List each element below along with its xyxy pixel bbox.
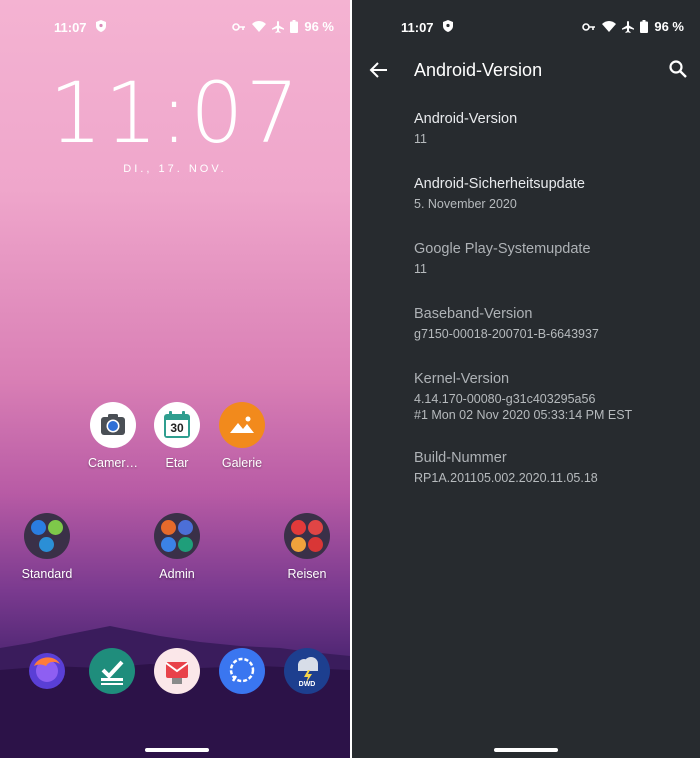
home-screen: 11:07 96 % 11:07 DI., 17. NOV. Camer… 30… [0, 0, 350, 758]
folder-label: Admin [159, 567, 195, 581]
folder-label: Standard [21, 567, 73, 581]
pref-summary-line2: #1 Mon 02 Nov 2020 05:33:14 PM EST [414, 408, 633, 422]
settings-gear-icon [178, 537, 193, 552]
status-bar: 11:07 96 % [0, 0, 350, 54]
pref-summary: 11 [414, 132, 427, 146]
messages-icon [48, 520, 63, 535]
battery-percent: 96 % [654, 19, 684, 34]
dwd-warnwetter-dock-icon[interactable]: DWD [284, 648, 330, 694]
vpn-key-icon [582, 22, 596, 31]
files-icon [161, 537, 176, 552]
vpn-key-icon [232, 22, 246, 31]
pref-title: Google Play-Systemupdate [414, 241, 591, 257]
contacts-icon [39, 537, 54, 552]
battery-icon [290, 20, 299, 33]
folder-reisen[interactable]: Reisen [272, 513, 342, 581]
airplane-icon [272, 20, 285, 33]
settings-screen: 11:07 96 % Android-Version Android-Versi… [352, 0, 700, 758]
lockscreen-date[interactable]: DI., 17. NOV. [0, 163, 350, 175]
pref-kernel-version[interactable]: Kernel-Version 4.14.170-00080-g31c403295… [414, 370, 694, 423]
search-icon[interactable] [668, 59, 688, 79]
status-right-group: 96 % [232, 19, 334, 34]
wifi-icon [252, 21, 267, 32]
calendar-icon: 30 [154, 402, 200, 448]
dwd-label: DWD [298, 681, 316, 688]
page-title: Android-Version [414, 60, 543, 80]
status-right-group: 96 % [582, 19, 684, 34]
pref-title: Android-Sicherheitsupdate [414, 176, 585, 192]
status-time: 11:07 [401, 20, 434, 35]
pref-summary: 5. November 2020 [414, 197, 517, 211]
lockscreen-clock[interactable]: 11:07 [0, 64, 350, 162]
phone-icon [31, 520, 46, 535]
gesture-nav-bar[interactable] [494, 748, 558, 752]
k9-mail-dock-icon[interactable] [154, 648, 200, 694]
folder-icon [24, 513, 70, 559]
tasks-dock-icon[interactable] [89, 648, 135, 694]
shield-icon [443, 20, 453, 32]
status-time: 11:07 [54, 20, 87, 35]
pref-security-update[interactable]: Android-Sicherheitsupdate 5. November 20… [414, 175, 694, 212]
calendar-day: 30 [170, 421, 184, 435]
folder-standard[interactable]: Standard [12, 513, 82, 581]
db-navigator-icon [291, 520, 306, 535]
battery-percent: 96 % [304, 19, 334, 34]
notes-icon [178, 520, 193, 535]
battery-icon [640, 20, 649, 33]
signal-dock-icon[interactable] [219, 648, 265, 694]
pref-summary: g7150-00018-200701-B-6643937 [414, 327, 599, 341]
wifi-icon [602, 21, 617, 32]
folder-label: Reisen [287, 567, 327, 581]
app-galerie[interactable]: Galerie [207, 402, 277, 470]
pref-title: Baseband-Version [414, 306, 533, 322]
pref-summary: 11 [414, 262, 427, 276]
pref-build-number[interactable]: Build-Nummer RP1A.201105.002.2020.11.05.… [414, 449, 694, 486]
pref-baseband-version[interactable]: Baseband-Version g7150-00018-200701-B-66… [414, 305, 694, 342]
firefox-icon [161, 520, 176, 535]
folder-admin[interactable]: Admin [142, 513, 212, 581]
gallery-icon [219, 402, 265, 448]
camera-icon [90, 402, 136, 448]
map-icon [291, 537, 306, 552]
airplane-icon [622, 20, 635, 33]
folder-icon [284, 513, 330, 559]
app-etar[interactable]: 30 Etar [142, 402, 212, 470]
app-label: Etar [165, 456, 189, 470]
travel-icon [308, 520, 323, 535]
pref-play-system-update[interactable]: Google Play-Systemupdate 11 [414, 240, 694, 277]
pref-title: Build-Nummer [414, 450, 507, 466]
app-label: Camer… [87, 456, 138, 470]
pref-summary: RP1A.201105.002.2020.11.05.18 [414, 471, 598, 485]
pref-title: Android-Version [414, 111, 518, 127]
back-arrow-icon[interactable] [368, 59, 390, 81]
shield-icon [96, 20, 106, 32]
first-aid-icon [308, 537, 323, 552]
pref-title: Kernel-Version [414, 371, 510, 387]
status-bar: 11:07 96 % [352, 0, 700, 54]
pref-android-version[interactable]: Android-Version 11 [414, 110, 694, 147]
gesture-nav-bar[interactable] [145, 748, 209, 752]
app-label: Galerie [221, 456, 263, 470]
pref-summary: 4.14.170-00080-g31c403295a56 [414, 392, 596, 406]
firefox-dock-icon[interactable] [24, 648, 70, 694]
folder-icon [154, 513, 200, 559]
app-camera[interactable]: Camer… [78, 402, 148, 470]
